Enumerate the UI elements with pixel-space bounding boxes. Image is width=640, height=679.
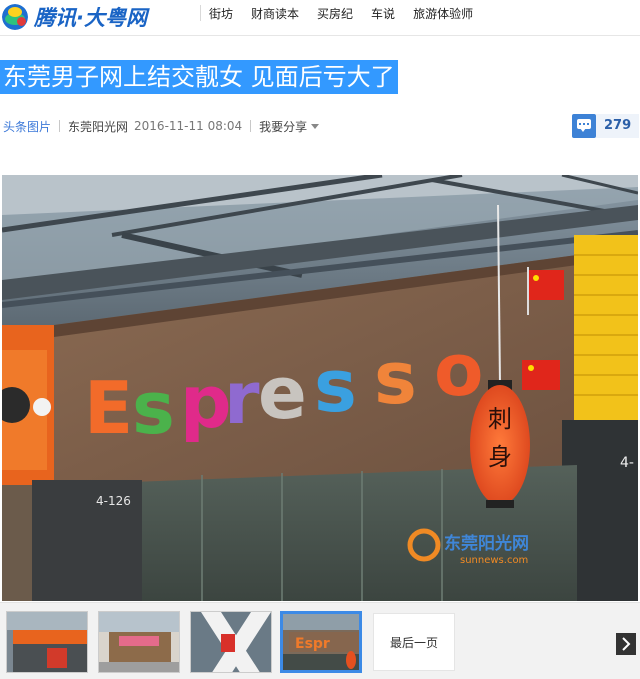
category-link[interactable]: 头条图片 <box>3 118 51 135</box>
lantern-char: 刺 <box>488 405 512 433</box>
nav-item-caishang[interactable]: 财商读本 <box>251 5 299 22</box>
sign-letter: s <box>314 344 357 428</box>
last-page-button[interactable]: 最后一页 <box>373 613 455 671</box>
comment-icon <box>572 114 596 138</box>
svg-text:Espr: Espr <box>295 636 330 652</box>
gallery-thumbnail-active[interactable]: Espr <box>280 611 362 673</box>
gallery-strip: Espr 最后一页 <box>0 602 640 679</box>
meta-divider <box>59 120 61 132</box>
unit-number: 4-126 <box>96 494 131 508</box>
sign-letter: E <box>84 366 133 450</box>
sign-letter: r <box>224 356 260 440</box>
sign-letter: e <box>258 351 307 435</box>
chevron-right-icon <box>622 637 631 651</box>
gallery-thumbnail[interactable] <box>6 611 88 673</box>
top-nav: 街坊 财商读本 买房纪 车说 旅游体验师 <box>200 0 491 26</box>
sign-letter: s <box>374 336 417 420</box>
next-button[interactable] <box>616 633 636 655</box>
comment-button[interactable]: 279 <box>572 114 640 138</box>
nav-item-jiefang[interactable]: 街坊 <box>209 5 233 22</box>
meta-divider <box>250 120 252 132</box>
article-date: 2016-11-11 08:04 <box>134 119 243 133</box>
lantern-char: 身 <box>488 443 512 471</box>
watermark-text: 东莞阳光网 <box>444 533 529 554</box>
top-bar: 腾讯·大粤网 街坊 财商读本 买房纪 车说 旅游体验师 <box>0 0 640 36</box>
storefront-photo: E s p r e s s o 4-126 4- 刺 身 东莞阳光网 sunne… <box>2 175 638 601</box>
share-label: 我要分享 <box>259 119 308 134</box>
nav-item-cheshuo[interactable]: 车说 <box>371 5 395 22</box>
side-number: 4- <box>620 455 634 471</box>
share-button[interactable]: 我要分享 <box>259 118 320 135</box>
gallery-thumbnail[interactable] <box>98 611 180 673</box>
nav-item-maifangji[interactable]: 买房纪 <box>317 5 353 22</box>
site-logo[interactable]: 腾讯·大粤网 <box>2 4 147 30</box>
logo-text: 腾讯·大粤网 <box>34 6 147 30</box>
article-source: 东莞阳光网 <box>68 119 129 134</box>
article-title: 东莞男子网上结交靓女 见面后亏大了 <box>0 60 398 94</box>
article-meta: 头条图片 东莞阳光网 2016-11-11 08:04 我要分享 <box>0 116 640 136</box>
sign-letter: o <box>434 328 483 412</box>
comment-count: 279 <box>596 114 640 138</box>
chevron-down-icon <box>311 123 320 129</box>
sign-letter: s <box>132 366 175 450</box>
nav-item-lvyou[interactable]: 旅游体验师 <box>413 5 473 22</box>
gallery-thumbnail[interactable] <box>190 611 272 673</box>
tencent-logo-icon <box>2 4 28 30</box>
main-photo[interactable]: E s p r e s s o 4-126 4- 刺 身 东莞阳光网 sunne… <box>2 175 638 601</box>
nav-divider <box>200 5 201 21</box>
watermark-sub: sunnews.com <box>460 555 528 566</box>
